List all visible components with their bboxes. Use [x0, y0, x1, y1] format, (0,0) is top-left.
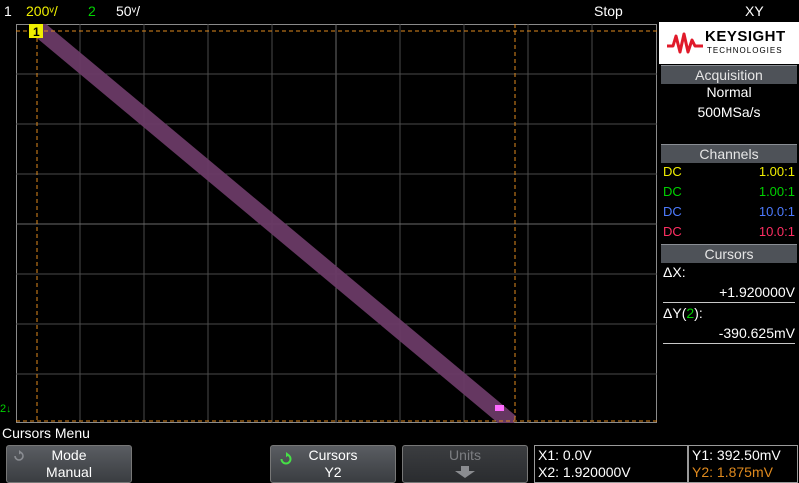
- channel1-coupling: DC: [663, 164, 682, 179]
- waveform-display[interactable]: 1 2: [16, 24, 657, 423]
- channels-header[interactable]: Channels: [661, 144, 797, 163]
- delta-x-value: +1.920000V: [719, 284, 795, 300]
- acquisition-rate: 500MSa/s: [697, 104, 761, 120]
- channel1-row: DC 1.00:1: [663, 164, 795, 182]
- channel2-row: DC 1.00:1: [663, 184, 795, 202]
- channel4-row: DC 10.0:1: [663, 224, 795, 242]
- channel4-probe-ratio: 10.0:1: [758, 224, 795, 239]
- channel2-probe-ratio: 1.00:1: [758, 184, 795, 199]
- cursors-softkey[interactable]: Cursors Y2: [270, 445, 396, 483]
- mode-softkey-value: Manual: [46, 464, 92, 480]
- delta-y-divider: [663, 343, 795, 344]
- channel1-scale[interactable]: 200ᵛ/: [26, 3, 58, 19]
- trace-end-marker: [495, 405, 504, 411]
- channel2-number[interactable]: 2: [88, 3, 96, 19]
- x-cursor-readout: X1: 0.0V X2: 1.920000V: [534, 445, 688, 483]
- units-softkey-label: Units: [449, 447, 481, 463]
- delta-y-value: -390.625mV: [718, 325, 795, 341]
- channel2-ground-marker-icon: 2↓: [0, 403, 12, 415]
- delta-y-channel: 2: [686, 305, 695, 321]
- menu-title: Cursors Menu: [2, 425, 90, 441]
- info-panel: KEYSIGHT TECHNOLOGIES Acquisition Normal…: [659, 22, 799, 422]
- delta-y-prefix: ΔY(: [663, 305, 687, 321]
- x1-readout: X1: 0.0V: [538, 447, 592, 463]
- channel3-coupling: DC: [663, 204, 682, 219]
- delta-y-suffix: ):: [694, 305, 703, 321]
- units-softkey[interactable]: Units: [402, 445, 528, 483]
- brand-subtitle: TECHNOLOGIES: [707, 46, 783, 55]
- channel3-probe-ratio: 10.0:1: [758, 204, 795, 219]
- acquisition-header[interactable]: Acquisition: [661, 65, 797, 84]
- status-bar: 1 200ᵛ/ 2 50ᵛ/ Stop XY: [0, 0, 799, 22]
- cursors-header[interactable]: Cursors: [661, 244, 797, 263]
- brand-name: KEYSIGHT: [705, 28, 786, 45]
- channel2-coupling: DC: [663, 184, 682, 199]
- delta-x-divider: [663, 302, 795, 303]
- channel2-scale[interactable]: 50ᵛ/: [116, 3, 140, 19]
- y2-readout: Y2: 1.875mV: [692, 464, 773, 480]
- delta-y-label: ΔY(2):: [663, 305, 703, 321]
- delta-x-label: ΔX:: [663, 264, 686, 280]
- mode-softkey[interactable]: Mode Manual: [6, 445, 132, 483]
- mode-softkey-label: Mode: [51, 447, 87, 463]
- cursors-softkey-value: Y2: [324, 464, 342, 480]
- down-arrow-icon: [455, 466, 475, 478]
- y-cursor-readout: Y1: 392.50mV Y2: 1.875mV: [688, 445, 798, 483]
- keysight-wave-icon: [667, 32, 703, 54]
- channel3-row: DC 10.0:1: [663, 204, 795, 222]
- acquisition-mode: Normal: [706, 84, 752, 100]
- svg-text:1: 1: [33, 25, 40, 39]
- channel1-marker-icon: 1: [29, 24, 43, 39]
- channel4-coupling: DC: [663, 224, 682, 239]
- channel1-probe-ratio: 1.00:1: [758, 164, 795, 179]
- cursors-softkey-label: Cursors: [308, 447, 358, 463]
- x2-readout: X2: 1.920000V: [538, 464, 631, 480]
- channel1-number[interactable]: 1: [4, 3, 12, 19]
- y1-readout: Y1: 392.50mV: [692, 447, 781, 463]
- display-mode: XY: [745, 3, 764, 19]
- run-state: Stop: [594, 3, 623, 19]
- brand-logo: KEYSIGHT TECHNOLOGIES: [659, 22, 799, 64]
